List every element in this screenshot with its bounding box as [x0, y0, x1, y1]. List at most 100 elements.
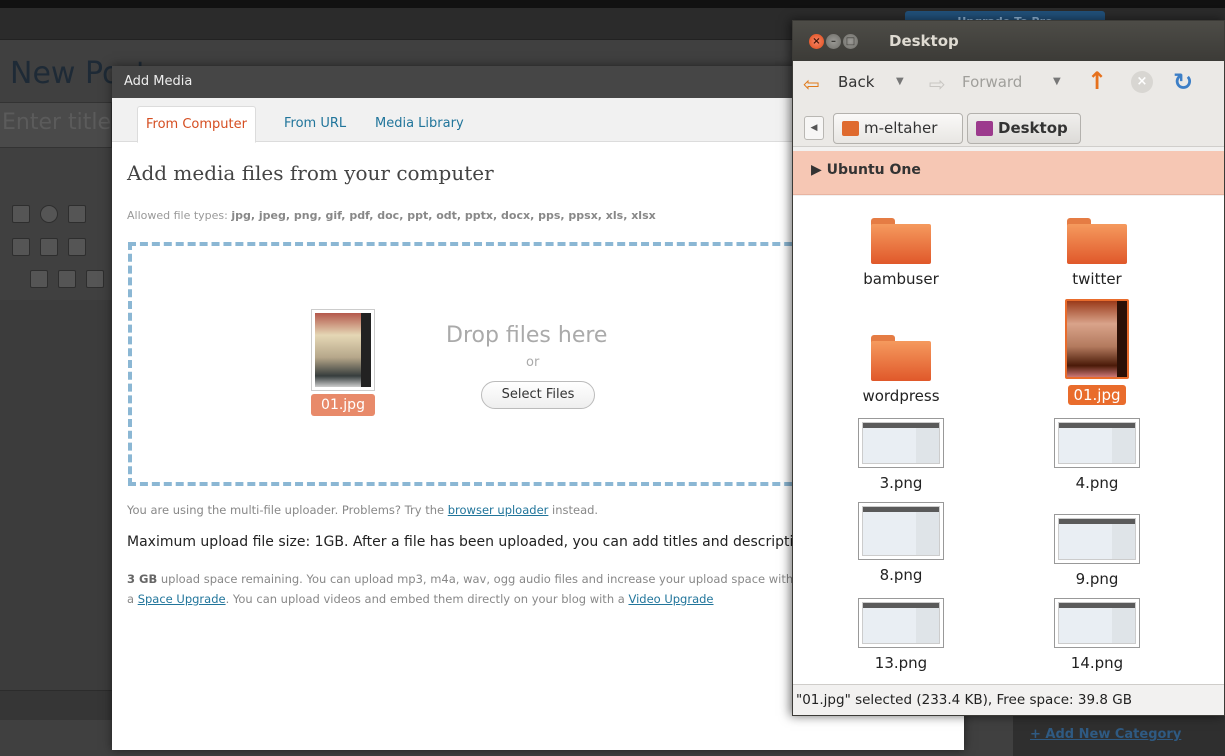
file-3-png[interactable]: 3.png	[846, 418, 956, 492]
upload-space-note: 3 GB upload space remaining. You can upl…	[127, 569, 797, 609]
file-9-png[interactable]: 9.png	[1042, 514, 1152, 588]
tab-from-computer[interactable]: From Computer	[137, 106, 256, 143]
file-label: 3.png	[879, 474, 923, 492]
file-manager-window: × – □ Desktop ⇦ Back ▼ ⇨ Forward ▼ ↑ × ↻…	[792, 20, 1225, 716]
drop-files-text: Drop files here	[446, 323, 608, 348]
video-upgrade-link[interactable]: Video Upgrade	[628, 592, 713, 606]
bullet-list-icon[interactable]	[12, 238, 30, 256]
forward-button[interactable]: Forward	[962, 73, 1022, 91]
file-label: bambuser	[863, 270, 939, 288]
file-grid: bambuser twitter wordpress 01.jpg 3.png …	[793, 196, 1224, 684]
uploader-note: You are using the multi-file uploader. P…	[127, 503, 598, 517]
back-arrow-icon[interactable]: ⇦	[803, 72, 820, 96]
up-arrow-icon[interactable]: ↑	[1087, 67, 1107, 95]
file-label: 8.png	[879, 566, 923, 584]
folder-wordpress[interactable]: wordpress	[846, 335, 956, 405]
space-remaining-amount: 3 GB	[127, 572, 158, 586]
upload-space-line-1: 3 GB upload space remaining. You can upl…	[127, 569, 797, 589]
forward-arrow-icon[interactable]: ⇨	[929, 72, 946, 96]
folder-twitter[interactable]: twitter	[1042, 218, 1152, 288]
tab-from-url[interactable]: From URL	[276, 106, 354, 143]
or-text: or	[526, 355, 540, 370]
file-label: 13.png	[874, 654, 928, 672]
allowed-file-types: Allowed file types: jpg, jpeg, png, gif,…	[127, 209, 656, 222]
add-media-icon[interactable]	[68, 205, 86, 223]
folder-icon	[871, 335, 931, 381]
file-8-png[interactable]: 8.png	[846, 502, 956, 584]
home-folder-icon	[842, 121, 859, 136]
blockquote-icon[interactable]	[68, 238, 86, 256]
file-label: 14.png	[1070, 654, 1124, 672]
browser-uploader-link[interactable]: browser uploader	[448, 503, 549, 517]
screenshot-thumbnail-icon	[1054, 514, 1140, 564]
editor-format-row-2	[0, 270, 112, 300]
editor-format-row-1	[0, 238, 112, 268]
desktop-icon	[976, 121, 993, 136]
ubuntu-one-text: Ubuntu One	[826, 162, 921, 178]
top-strip	[0, 0, 1225, 8]
path-scroll-left-button[interactable]: ◀	[804, 116, 824, 140]
expander-triangle-icon: ▶	[811, 162, 827, 178]
close-window-icon[interactable]: ×	[809, 34, 824, 49]
editor-media-buttons	[0, 205, 112, 235]
file-label: 01.jpg	[1068, 385, 1126, 405]
justify-icon[interactable]	[58, 270, 76, 288]
space-upgrade-link[interactable]: Space Upgrade	[138, 592, 226, 606]
select-files-button[interactable]: Select Files	[481, 381, 595, 409]
drop-zone[interactable]	[128, 242, 828, 486]
max-upload-size: Maximum upload file size: 1GB. After a f…	[127, 534, 792, 550]
space-line-2-prefix: a	[127, 592, 138, 606]
folder-icon	[871, 218, 931, 264]
file-4-png[interactable]: 4.png	[1042, 418, 1152, 492]
file-label: twitter	[1072, 270, 1122, 288]
file-14-png[interactable]: 14.png	[1042, 598, 1152, 672]
folder-icon	[1067, 218, 1127, 264]
breadcrumb-desktop-label: Desktop	[998, 119, 1068, 137]
add-new-category-link[interactable]: + Add New Category	[1030, 727, 1181, 742]
screenshot-thumbnail-icon	[858, 598, 944, 648]
breadcrumb-home[interactable]: m-eltaher	[833, 113, 963, 144]
underline-icon[interactable]	[30, 270, 48, 288]
file-label: 4.png	[1075, 474, 1119, 492]
screenshot-thumbnail-icon	[1054, 598, 1140, 648]
editor-content-area[interactable]	[0, 300, 112, 690]
upload-space-line-2: a Space Upgrade. You can upload videos a…	[127, 589, 797, 609]
minimize-window-icon[interactable]: –	[826, 34, 841, 49]
breadcrumb-home-label: m-eltaher	[864, 119, 938, 137]
editor-status-bar	[0, 690, 112, 720]
maximize-window-icon[interactable]: □	[843, 34, 858, 49]
screenshot-thumbnail-icon	[858, 418, 944, 468]
reload-icon[interactable]: ↻	[1173, 68, 1193, 96]
stop-icon[interactable]: ×	[1131, 71, 1153, 93]
dragged-image-preview	[315, 313, 371, 387]
forward-history-chevron-icon[interactable]: ▼	[1053, 76, 1061, 87]
add-video-icon[interactable]	[40, 205, 58, 223]
folder-bambuser[interactable]: bambuser	[846, 218, 956, 288]
uploader-note-prefix: You are using the multi-file uploader. P…	[127, 503, 448, 517]
uploader-note-suffix: instead.	[548, 503, 599, 517]
breadcrumb-desktop[interactable]: Desktop	[967, 113, 1081, 144]
file-label: wordpress	[862, 387, 940, 405]
dragged-file-name: 01.jpg	[311, 394, 375, 416]
file-label: 9.png	[1075, 570, 1119, 588]
dialog-heading: Add media files from your computer	[127, 161, 494, 185]
space-line-2-mid: . You can upload videos and embed them d…	[225, 592, 629, 606]
screenshot-thumbnail-icon	[858, 502, 944, 560]
window-title: Desktop	[889, 32, 959, 50]
ubuntu-one-label[interactable]: ▶ Ubuntu One	[811, 162, 921, 178]
file-13-png[interactable]: 13.png	[846, 598, 956, 672]
back-history-chevron-icon[interactable]: ▼	[896, 76, 904, 87]
numbered-list-icon[interactable]	[40, 238, 58, 256]
dragged-file-thumbnail[interactable]	[311, 309, 375, 391]
space-line-1-text: upload space remaining. You can upload m…	[157, 572, 794, 586]
back-button[interactable]: Back	[838, 73, 874, 91]
screenshot-thumbnail-icon	[1054, 418, 1140, 468]
file-01-jpg-selected[interactable]: 01.jpg	[1042, 299, 1152, 405]
add-image-icon[interactable]	[12, 205, 30, 223]
tab-media-library[interactable]: Media Library	[367, 106, 472, 143]
status-bar: "01.jpg" selected (233.4 KB), Free space…	[793, 684, 1224, 715]
allowed-types-list: jpg, jpeg, png, gif, pdf, doc, ppt, odt,…	[231, 209, 656, 222]
text-color-icon[interactable]	[86, 270, 104, 288]
allowed-prefix: Allowed file types:	[127, 209, 232, 222]
image-thumbnail-icon	[1065, 299, 1129, 379]
